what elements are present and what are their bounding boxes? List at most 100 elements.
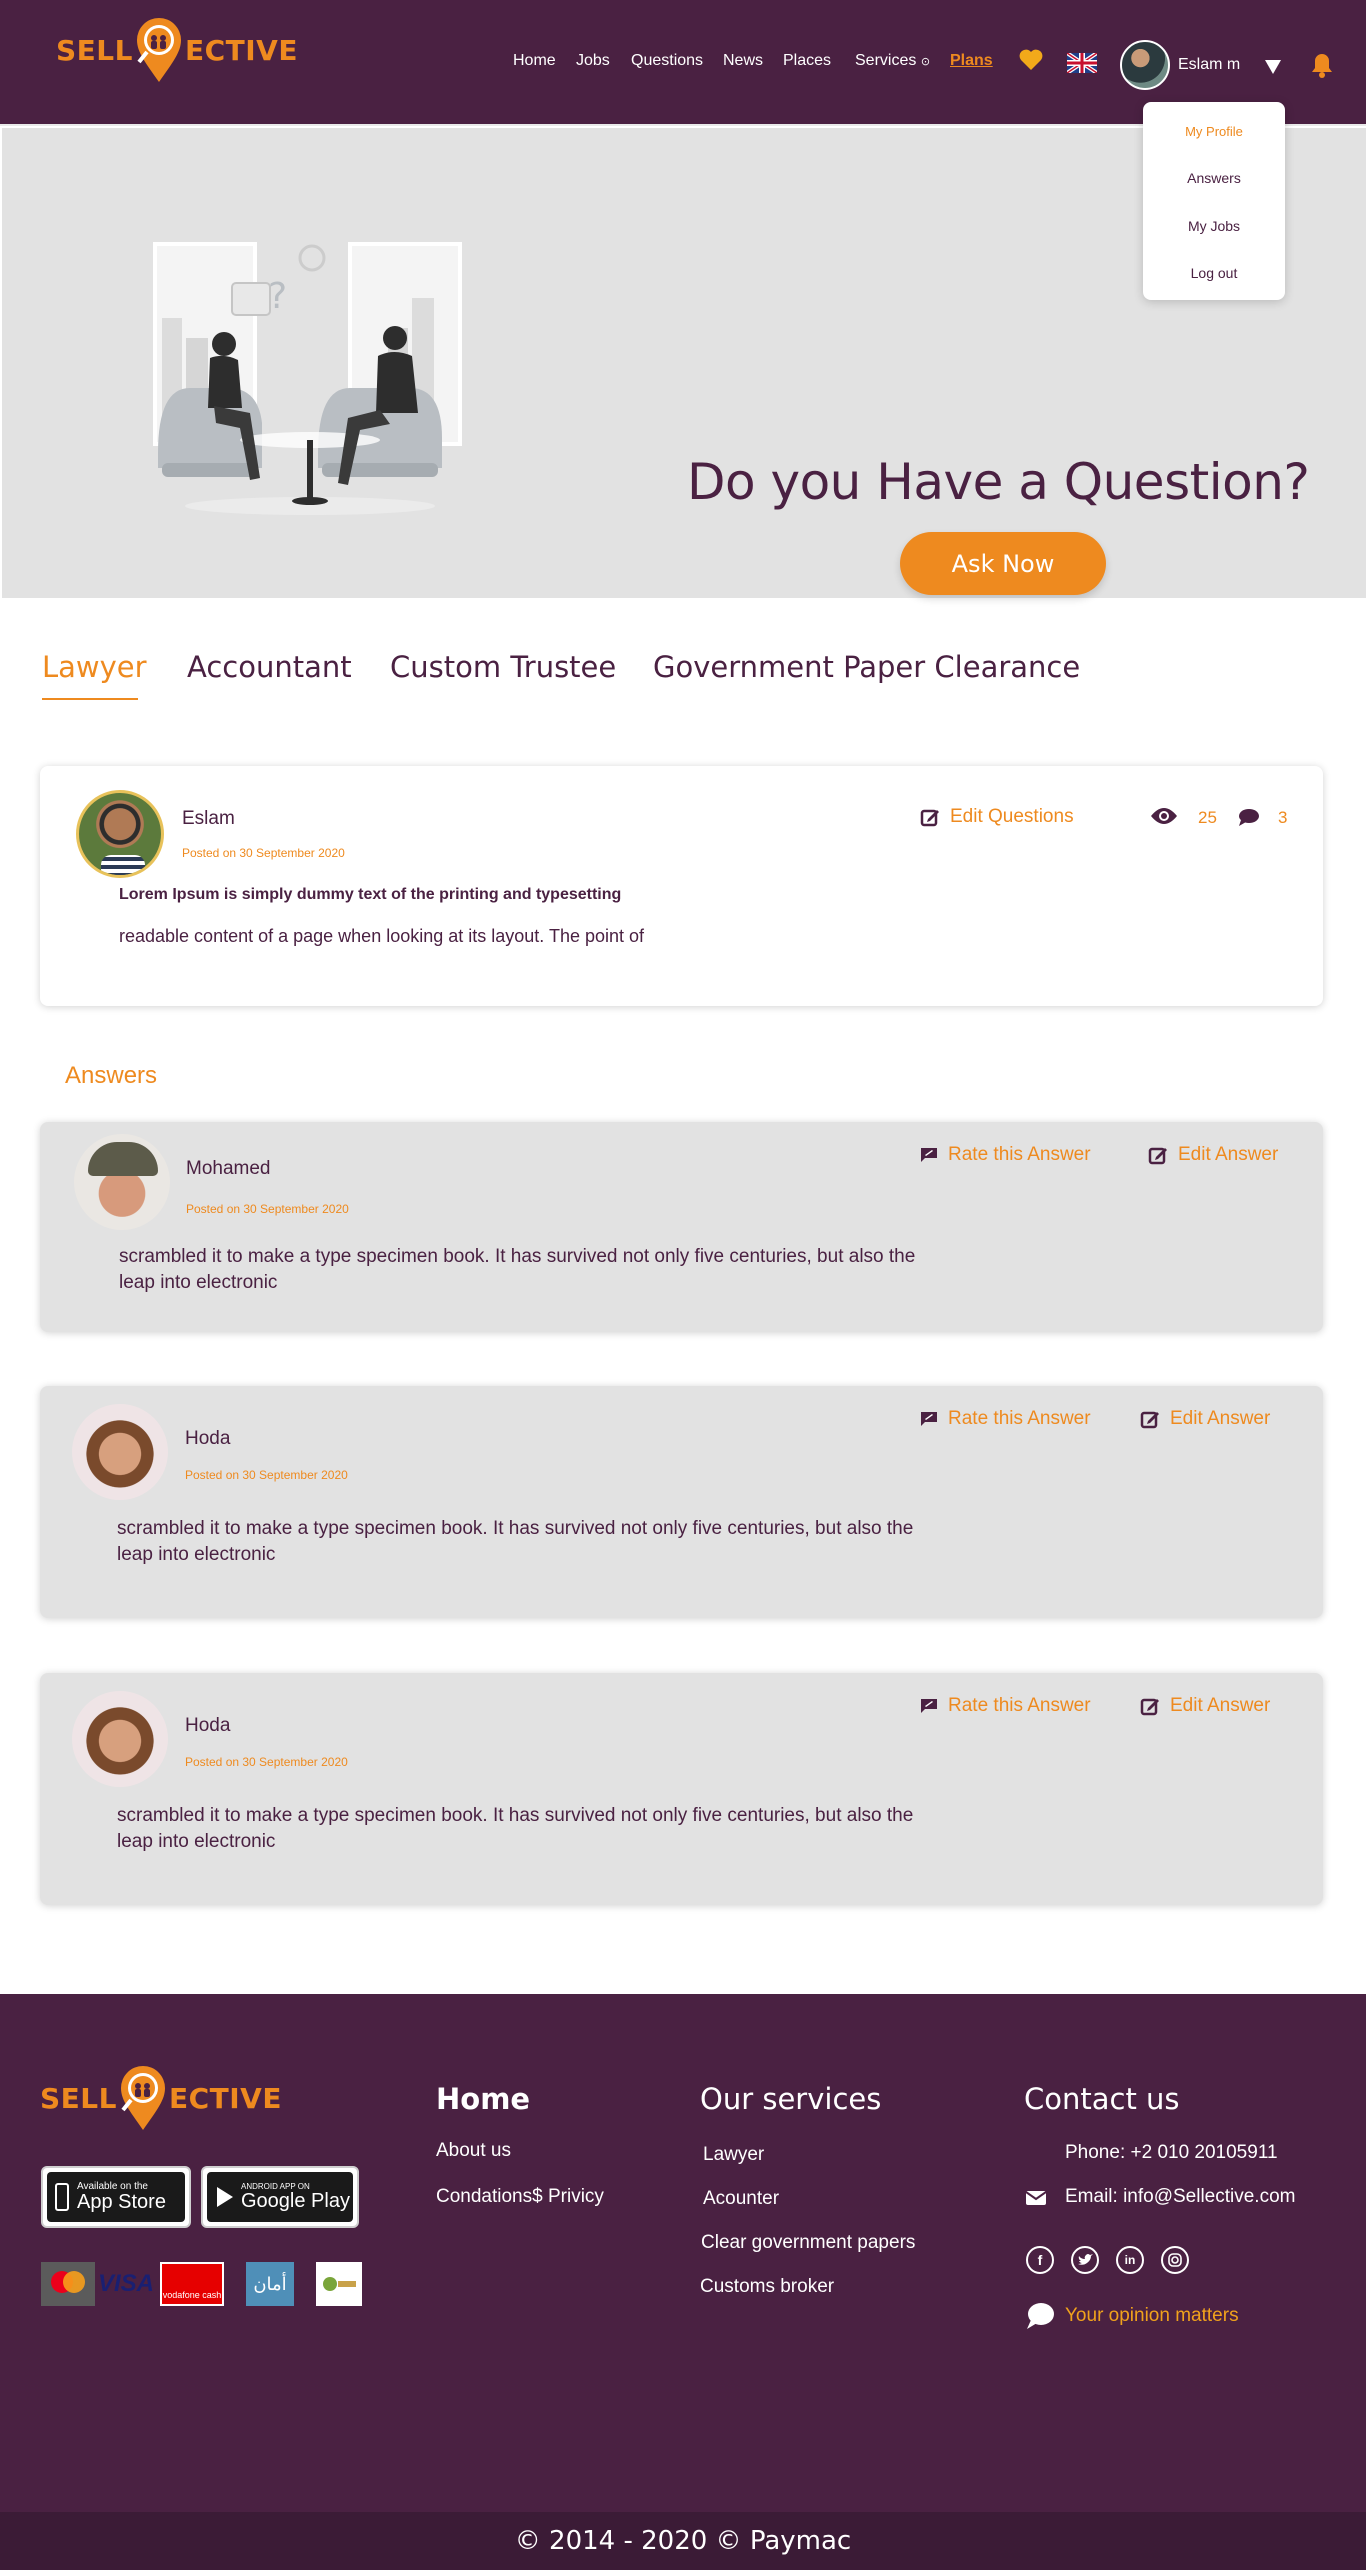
answer-author-avatar[interactable] <box>74 1134 170 1230</box>
rate-answer-label: Rate this Answer <box>948 1408 1091 1429</box>
footer-link-clear-government-papers[interactable]: Clear government papers <box>701 2232 915 2254</box>
answer-author-avatar[interactable] <box>72 1691 168 1787</box>
contact-phone[interactable]: Phone: +2 010 20105911 <box>1065 2142 1278 2164</box>
answer-posted-date: Posted on 30 September 2020 <box>185 1755 348 1769</box>
your-opinion-label: Your opinion matters <box>1065 2305 1239 2326</box>
user-avatar[interactable] <box>1120 40 1170 90</box>
services-chevron-icon: ⊙ <box>920 56 931 68</box>
menu-my-profile[interactable]: My Profile <box>1143 124 1285 139</box>
question-body: readable content of a page when looking … <box>119 926 645 946</box>
answer-posted-date: Posted on 30 September 2020 <box>186 1202 349 1216</box>
author-shirt <box>101 855 145 875</box>
rate-answer-button[interactable]: Rate this Answer <box>920 1144 1091 1166</box>
question-author[interactable]: Eslam <box>182 808 235 830</box>
views-count: 25 <box>1198 808 1217 827</box>
rate-answer-label: Rate this Answer <box>948 1144 1091 1165</box>
edit-answer-label: Edit Answer <box>1170 1408 1271 1429</box>
edit-answer-button[interactable]: Edit Answer <box>1148 1144 1278 1166</box>
uk-flag-icon[interactable] <box>1065 51 1099 75</box>
copyright-text: © 2014 - 2020 © Paymac <box>514 2526 852 2556</box>
question-title: Lorem Ipsum is simply dummy text of the … <box>119 886 622 903</box>
nav-news[interactable]: News <box>723 52 763 70</box>
edit-questions-label: Edit Questions <box>950 806 1074 827</box>
google-play-label: Google Play <box>241 2190 350 2212</box>
logo[interactable]: SELL ECTIVE <box>56 16 298 84</box>
app-store-button[interactable]: Available on the App Store <box>41 2166 191 2228</box>
google-play-button[interactable]: ANDROID APP ON Google Play <box>201 2166 359 2228</box>
answer-body: scrambled it to make a type specimen boo… <box>117 1805 914 1852</box>
logo-text-left: SELL <box>56 33 133 67</box>
answer-body: scrambled it to make a type specimen boo… <box>117 1518 914 1565</box>
edit-answer-label: Edit Answer <box>1178 1144 1279 1165</box>
footer-link-lawyer[interactable]: Lawyer <box>703 2144 764 2166</box>
rate-icon <box>921 1148 937 1162</box>
menu-my-jobs[interactable]: My Jobs <box>1143 218 1285 234</box>
tab-government-paper-clearance[interactable]: Government Paper Clearance <box>653 650 1080 684</box>
nav-home[interactable]: Home <box>513 52 556 70</box>
your-opinion-link[interactable]: Your opinion matters <box>1025 2302 1239 2330</box>
logo-text-right: ECTIVE <box>184 33 298 67</box>
views-eye-icon <box>1151 808 1177 824</box>
rate-icon <box>921 1412 937 1426</box>
instagram-icon[interactable] <box>1161 2246 1189 2274</box>
menu-answers[interactable]: Answers <box>1143 170 1285 186</box>
logo-text-left: SELL <box>40 2081 117 2115</box>
edit-icon <box>1140 1411 1159 1429</box>
edit-answer-button[interactable]: Edit Answer <box>1140 1695 1270 1717</box>
user-name[interactable]: Eslam m <box>1178 56 1240 74</box>
email-icon <box>1026 2191 1046 2205</box>
linkedin-icon[interactable]: in <box>1116 2246 1144 2274</box>
answer-body: scrambled it to make a type specimen boo… <box>119 1246 916 1293</box>
footer-home-heading[interactable]: Home <box>436 2082 530 2116</box>
nav-jobs[interactable]: Jobs <box>576 52 610 70</box>
answer-card: Mohamed Posted on 30 September 2020 Rate… <box>40 1122 1323 1332</box>
vodafone-cash-logo: vodafone cash <box>160 2262 224 2306</box>
nav-questions[interactable]: Questions <box>631 52 703 70</box>
visa-logo: VISA <box>98 2270 155 2297</box>
tab-accountant[interactable]: Accountant <box>187 650 352 684</box>
rate-answer-label: Rate this Answer <box>948 1695 1091 1716</box>
answer-author[interactable]: Hoda <box>185 1715 230 1737</box>
nav-places[interactable]: Places <box>783 52 831 70</box>
edit-answer-button[interactable]: Edit Answer <box>1140 1408 1270 1430</box>
edit-icon <box>1148 1147 1167 1165</box>
nav-services[interactable]: Services ⊙ <box>855 52 930 70</box>
comments-icon <box>1239 809 1259 826</box>
nav-plans[interactable]: Plans <box>950 52 993 70</box>
rate-answer-button[interactable]: Rate this Answer <box>920 1408 1091 1430</box>
hero-title: Do you Have a Question? <box>687 453 1310 511</box>
question-card: Eslam Posted on 30 September 2020 Edit Q… <box>40 766 1323 1006</box>
tab-lawyer[interactable]: Lawyer <box>42 650 147 684</box>
notification-bell-icon[interactable] <box>1310 52 1334 83</box>
user-menu-caret-icon[interactable] <box>1265 60 1281 74</box>
logo-pin-icon <box>135 16 183 84</box>
aman-logo: أمان <box>246 2262 294 2306</box>
chat-bubble-icon <box>1027 2303 1054 2329</box>
rate-answer-button[interactable]: Rate this Answer <box>920 1695 1091 1717</box>
active-tab-underline <box>42 698 138 700</box>
payment-partner-logo <box>316 2262 362 2306</box>
twitter-icon[interactable] <box>1071 2246 1099 2274</box>
footer-link-acounter[interactable]: Acounter <box>703 2188 779 2210</box>
ask-now-button[interactable]: Ask Now <box>900 532 1106 595</box>
footer-services-heading: Our services <box>700 2082 882 2116</box>
answer-author[interactable]: Mohamed <box>186 1158 271 1180</box>
footer-contact-heading: Contact us <box>1024 2082 1180 2116</box>
contact-email[interactable]: Email: info@Sellective.com <box>1065 2186 1295 2208</box>
rate-icon <box>921 1699 937 1713</box>
footer-link-conditions-privacy[interactable]: Condations$ Privicy <box>436 2186 604 2208</box>
edit-questions-button[interactable]: Edit Questions <box>920 806 1074 828</box>
footer-link-about[interactable]: About us <box>436 2140 511 2162</box>
answer-author[interactable]: Hoda <box>185 1428 230 1450</box>
facebook-icon[interactable]: f <box>1026 2246 1054 2274</box>
author-avatar[interactable] <box>76 790 164 878</box>
tab-custom-trustee[interactable]: Custom Trustee <box>390 650 616 684</box>
nav-services-label: Services <box>855 52 917 69</box>
answer-posted-date: Posted on 30 September 2020 <box>185 1468 348 1482</box>
hero-illustration: ? <box>153 242 462 515</box>
footer-link-customs-broker[interactable]: Customs broker <box>700 2276 834 2298</box>
answer-author-avatar[interactable] <box>72 1404 168 1500</box>
favorites-heart-icon[interactable] <box>1018 48 1044 77</box>
menu-log-out[interactable]: Log out <box>1143 265 1285 281</box>
footer-logo[interactable]: SELL ECTIVE <box>40 2064 282 2132</box>
